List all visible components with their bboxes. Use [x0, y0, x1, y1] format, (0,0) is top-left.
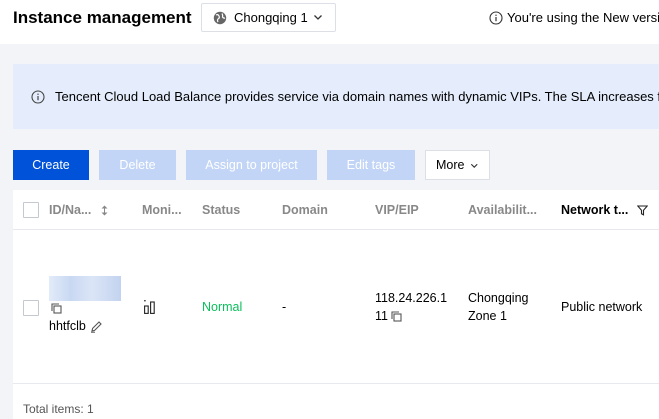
vip-line-1: 118.24.226.1 — [375, 291, 448, 305]
copy-icon[interactable] — [391, 311, 403, 322]
instance-name: hhtfclb — [49, 319, 103, 333]
column-vip-eip: VIP/EIP — [375, 203, 419, 217]
region-select[interactable]: Chongqing 1 — [201, 3, 336, 32]
row-checkbox[interactable] — [23, 300, 39, 316]
column-domain: Domain — [282, 203, 328, 217]
filter-icon — [637, 204, 649, 216]
toolbar: Create Delete Assign to project Edit tag… — [0, 150, 659, 180]
notice-text: Tencent Cloud Load Balance provides serv… — [55, 89, 659, 104]
table-row: hhtfclb Normal - 118.24.226.1 11 Chongqi… — [13, 231, 659, 384]
notice-banner: Tencent Cloud Load Balance provides serv… — [13, 64, 659, 129]
instance-table: ID/Na... Moni... Status Domain VIP/EIP A… — [13, 190, 659, 419]
info-icon — [31, 89, 45, 104]
column-network-type[interactable]: Network t... — [561, 203, 649, 217]
edit-tags-button[interactable]: Edit tags — [327, 150, 415, 180]
status-badge: Normal — [202, 300, 243, 314]
total-items: Total items: 1 — [23, 402, 94, 416]
info-icon — [489, 10, 503, 25]
zone-line-1: Chongqing — [468, 291, 529, 305]
more-button[interactable]: More — [425, 150, 490, 180]
copy-icon[interactable] — [51, 303, 62, 314]
table-header: ID/Na... Moni... Status Domain VIP/EIP A… — [13, 190, 659, 230]
sort-icon — [101, 205, 108, 215]
chevron-down-icon — [471, 163, 479, 168]
column-id-name[interactable]: ID/Na... — [49, 203, 109, 217]
more-label: More — [436, 158, 465, 172]
edit-icon[interactable] — [90, 320, 103, 333]
select-all-checkbox[interactable] — [23, 202, 39, 218]
version-note-text: You're using the New version — [507, 10, 659, 25]
monitoring-icon[interactable] — [144, 300, 156, 314]
version-note[interactable]: You're using the New version — [489, 10, 659, 25]
top-header: Instance management Chongqing 1 You're u… — [0, 0, 659, 44]
vip-line-2: 11 — [375, 309, 403, 323]
globe-icon — [213, 11, 227, 24]
region-label: Chongqing 1 — [234, 10, 308, 25]
delete-button[interactable]: Delete — [99, 150, 176, 180]
page-title: Instance management — [13, 8, 192, 27]
chevron-down-icon — [314, 15, 322, 20]
domain-value: - — [282, 300, 287, 314]
column-status: Status — [202, 203, 241, 217]
create-button[interactable]: Create — [13, 150, 89, 180]
assign-to-project-button[interactable]: Assign to project — [186, 150, 317, 180]
instance-id-redacted — [49, 276, 121, 301]
zone-line-2: Zone 1 — [468, 309, 507, 323]
column-availability-zone: Availabilit... — [468, 203, 538, 217]
column-monitoring: Moni... — [142, 203, 182, 217]
network-type-value: Public network — [561, 300, 643, 314]
